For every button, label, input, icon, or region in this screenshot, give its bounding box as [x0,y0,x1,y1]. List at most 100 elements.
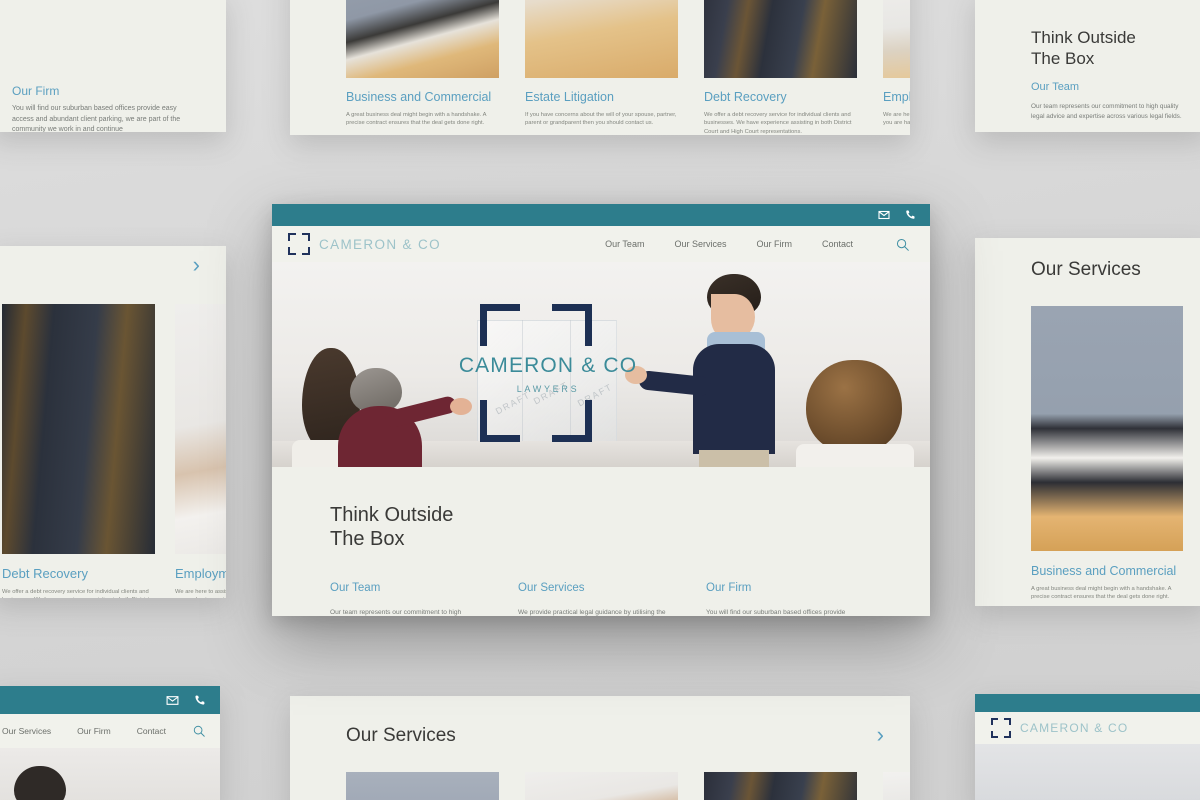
intro-column-body: Our team represents our commitment to hi… [330,608,462,616]
intro-section: Think Outside The Box Our Team Our team … [272,467,930,616]
service-card-row: Business and Commercial A great business… [346,0,910,135]
service-card-image [883,0,910,78]
nav-item-our-firm[interactable]: Our Firm [756,239,792,249]
intro-columns: Our Team Our team represents our commitm… [330,582,872,616]
clothing-shape [796,444,914,467]
hero-logo-overlay: CAMERON & CO LAWYERS [458,298,638,442]
brand-logo[interactable]: CAMERON & CO [991,718,1128,738]
nav-item-our-services[interactable]: Our Services [674,239,726,249]
bottom-left-topbar [0,686,220,714]
person-silhouette [338,368,472,467]
top-right-column-body: Our team represents our commitment to hi… [1031,103,1182,120]
trousers-shape [699,450,769,467]
person-silhouette [796,360,914,467]
background-panel-bottom-right: CAMERON & CO [975,694,1200,800]
bottom-right-navbar: CAMERON & CO [975,712,1200,744]
bottom-center-headline: Our Services [346,725,456,746]
bottom-right-hero-photo [975,744,1200,800]
service-card-title: Debt Recovery [2,566,88,581]
nav-item-our-team[interactable]: Our Team [605,239,644,249]
brand-name: CAMERON & CO [1020,721,1129,735]
service-card[interactable]: Business and Commercial A great business… [1031,306,1183,602]
intro-column-body: We provide practical legal guidance by u… [518,608,666,616]
phone-icon[interactable] [193,694,206,707]
main-nav-links: Our Team Our Services Our Firm Contact [605,237,910,252]
background-panel-top-right: Think Outside The Box Our Team Our team … [975,0,1200,132]
bottom-thumbnail-row [346,772,910,800]
mid-left-next-chevron[interactable]: › [193,254,200,276]
nav-item-contact[interactable]: Contact [822,239,853,249]
background-panel-bottom-center: Our Services › [290,696,910,800]
hair-shape [14,766,66,800]
service-card-image [704,0,857,78]
intro-column-body: You will find our suburban based offices… [706,608,846,616]
nav-item-our-services[interactable]: Our Services [2,726,51,736]
person-silhouette [14,766,70,800]
service-card[interactable]: Estate Litigation If you have concerns a… [525,0,678,135]
service-card[interactable]: Debt Recovery We offer a debt recovery s… [704,0,857,135]
nav-item-contact[interactable]: Contact [137,726,166,736]
hair-shape [806,360,902,452]
service-card-title: Debt Recovery [704,90,787,104]
nav-item-our-firm[interactable]: Our Firm [77,726,111,736]
contact-topbar [272,204,930,226]
phone-icon[interactable] [904,209,916,221]
main-navbar: CAMERON & CO Our Team Our Services Our F… [272,226,930,262]
service-card-image [1031,306,1183,551]
intro-column-title: Our Team [330,581,381,594]
bottom-left-nav-links: Our Services Our Firm Contact [2,724,206,738]
bottom-center-next-chevron[interactable]: › [877,724,884,746]
service-card[interactable]: Debt Recovery We offer a debt recovery s… [2,304,155,598]
intro-column: Our Services We provide practical legal … [518,582,670,616]
hero-banner: DRAFT DRAFT DRAFT CAMERON & CO LAWYERS [272,262,930,467]
service-card-image [525,0,678,78]
brand-logo[interactable]: CAMERON & CO [288,233,441,255]
bracket-square-icon [991,718,1011,738]
top-right-column-title: Our Team [1031,81,1080,93]
background-panel-mid-left: › Debt Recovery We offer a debt recovery… [0,246,226,598]
thumbnail-image[interactable] [525,772,678,800]
mail-icon[interactable] [878,209,890,221]
top-left-column-body: You will find our suburban based offices… [12,105,181,132]
person-silhouette [625,274,817,467]
background-panel-mid-right: Our Services Business and Commercial A g… [975,238,1200,606]
bottom-right-topbar [975,694,1200,712]
service-card-body: We offer a debt recovery service for ind… [704,112,852,135]
bottom-left-navbar: Our Services Our Firm Contact [0,714,220,748]
search-icon[interactable] [192,724,206,738]
service-card-image [2,304,155,554]
top-right-headline: Think Outside The Box [1031,28,1136,68]
body-shape [693,344,775,454]
hero-logo-name: CAMERON & CO [458,354,638,377]
service-card-body: If you have concerns about the will of y… [525,112,677,127]
service-card-title: Business and Commercial [1031,564,1177,578]
service-card-body: A great business deal might begin with a… [1031,586,1172,601]
background-panel-top-center: Business and Commercial A great business… [290,0,910,135]
bottom-left-hero-photo [0,748,220,800]
service-card-title: Business and Commercial [346,90,492,104]
service-card-title: Employment [175,566,226,581]
intro-column: Our Team Our team represents our commitm… [330,582,482,616]
service-card-title: Estate Litigation [525,90,614,104]
intro-column-title: Our Services [518,581,585,594]
hero-photo: DRAFT DRAFT DRAFT CAMERON & CO LAWYERS [272,262,930,467]
mail-icon[interactable] [166,694,179,707]
service-card-image [346,0,499,78]
service-card-body: We offer a debt recovery service for ind… [2,589,149,598]
thumbnail-image[interactable] [883,772,910,800]
service-card[interactable]: Employment We are here to assist you wit… [883,0,910,135]
thumbnail-image[interactable] [346,772,499,800]
mid-right-headline: Our Services [1031,259,1141,280]
service-card-image [175,304,226,554]
service-card[interactable]: Business and Commercial A great business… [346,0,499,135]
service-card-body: We are here to assist you with employmen… [175,589,226,598]
thumbnail-image[interactable] [704,772,857,800]
intro-column-title: Our Firm [706,581,752,594]
hero-logo-subtitle: LAWYERS [516,384,580,394]
search-icon[interactable] [895,237,910,252]
service-card-title: Employment [883,90,910,104]
background-panel-top-left: Our Firm You will find our suburban base… [0,0,226,132]
service-card[interactable]: Employment We are here to assist you wit… [175,304,226,598]
mockup-canvas: Our Firm You will find our suburban base… [0,0,1200,800]
service-card-body: We are here to assist you with employmen… [883,112,910,127]
